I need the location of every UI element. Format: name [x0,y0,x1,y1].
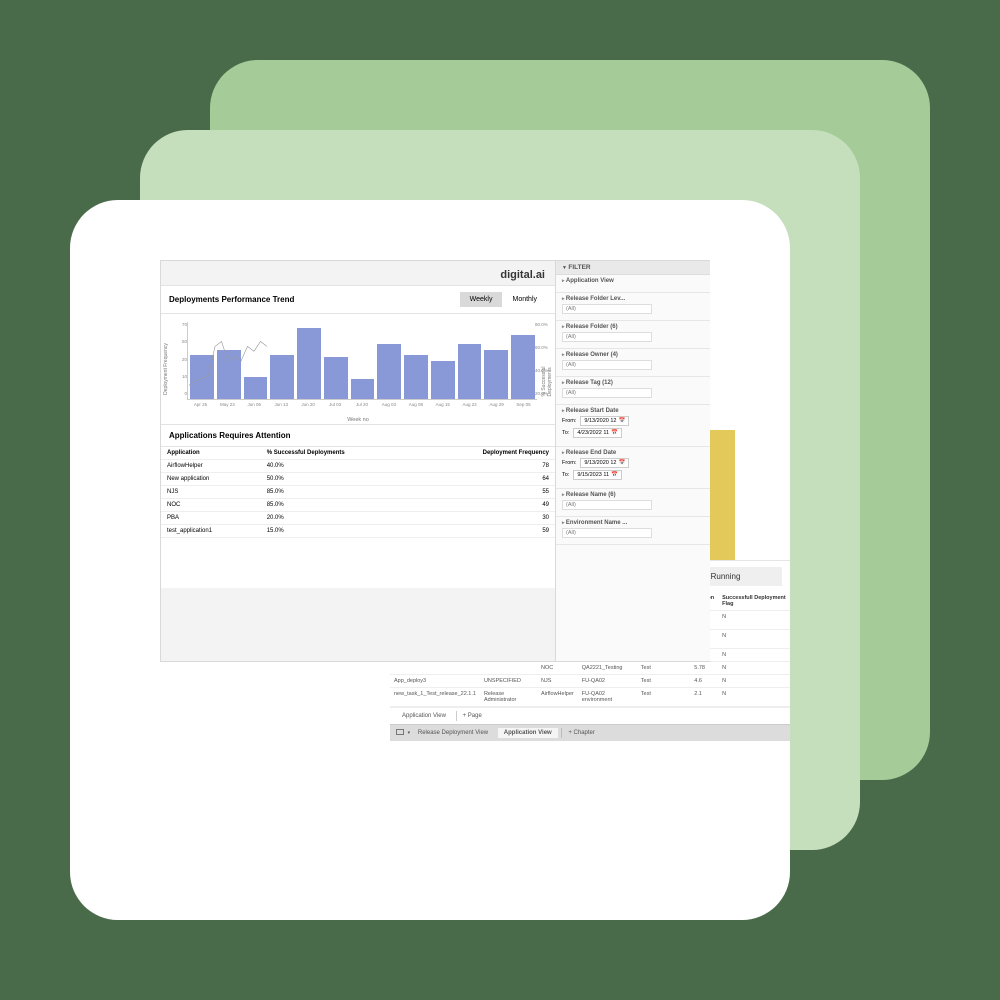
bar[interactable] [217,350,241,400]
page-tab-appview[interactable]: Application View [396,711,452,721]
filter-label: Release Start Date [562,408,704,416]
filter-label: Release Folder (6) [562,324,704,332]
dropdown-icon[interactable]: ▾ [408,730,411,736]
filter-select[interactable]: (All) [562,360,652,370]
date-input-to[interactable]: 4/23/2022 11📅 [573,428,622,438]
from-label: From: [562,418,576,424]
treemap-cell-blank [735,430,790,560]
date-input-from[interactable]: 9/13/2020 12📅 [580,416,629,426]
filter-select[interactable]: (All) [562,332,652,342]
bottom-tab-bar: ▾ Release Deployment View Application Vi… [390,724,790,741]
attn-col-freq: Deployment Frequency [418,447,555,460]
bar[interactable] [244,377,268,399]
filter-label: Release Name (6) [562,492,704,500]
filter-folder-level: Release Folder Lev... (All) [556,293,710,321]
filter-folder: Release Folder (6) (All) [556,321,710,349]
brand-logo: digital.ai [161,261,555,285]
calendar-icon: 📅 [619,460,626,466]
trend-panel-header: Deployments Performance Trend Weekly Mon… [161,285,555,314]
calendar-icon: 📅 [619,418,626,424]
col-flag: Successfull Deployment Flag [718,592,790,611]
to-label: To: [562,430,569,436]
filter-select[interactable]: (All) [562,528,652,538]
filter-label: Release Folder Lev... [562,296,704,304]
toggle-monthly[interactable]: Monthly [502,292,547,307]
filter-select[interactable]: (All) [562,500,652,510]
bar[interactable] [458,344,482,399]
filter-select[interactable]: (All) [562,388,652,398]
filter-appview-label: Application View [562,278,704,286]
attn-row[interactable]: PBA20.0%30 [161,512,555,525]
bar[interactable] [484,350,508,400]
y-ticks-right: 80.0%60.0%40.0%20.0% [535,322,549,396]
filter-label: Environment Name ... [562,520,704,528]
main-card: NOC 49 85.0% NJS 59 30.0% New applicatio… [70,200,790,920]
filter-start-date: Release Start Date From: 9/13/2020 12📅 To… [556,405,710,447]
calendar-icon: 📅 [611,472,618,478]
attn-row[interactable]: test_application115.0%59 [161,525,555,538]
y-axis-left-label: Deployment Frequency [163,343,169,395]
attn-row[interactable]: AirflowHelper40.0%78 [161,460,555,473]
btab-chapter[interactable]: + Chapter [561,728,601,738]
filter-end-date: Release End Date From: 9/13/2020 12📅 To: 9… [556,447,710,489]
attn-col-app: Application [161,447,261,460]
to-label: To: [562,472,569,478]
filter-header[interactable]: FILTER [556,261,710,275]
calendar-icon: 📅 [611,430,618,436]
bar[interactable] [404,355,428,399]
date-input-to[interactable]: 9/15/2023 11📅 [573,470,622,480]
page-tab-add[interactable]: + Page [456,711,488,721]
filter-tag: Release Tag (12) (All) [556,377,710,405]
filter-label: Release End Date [562,450,704,458]
table-row[interactable]: NOCQA2221_TestingTest5.78N [390,662,790,675]
page-tab-bar: Application View + Page [390,707,790,724]
trend-title: Deployments Performance Trend [169,295,294,304]
btab-release-view[interactable]: Release Deployment View [412,728,494,738]
trend-chart: Deployment Frequency % Successful Deploy… [161,314,555,424]
front-left: digital.ai Deployments Performance Trend… [161,261,555,588]
filter-owner: Release Owner (4) (All) [556,349,710,377]
y-ticks-left: 705020100 [173,322,187,396]
attn-header-row: Application % Successful Deployments Dep… [161,447,555,460]
filter-label: Release Tag (12) [562,380,704,388]
bar[interactable] [377,344,401,399]
filter-name: Release Name (6) (All) [556,489,710,517]
bar[interactable] [297,328,321,399]
bar[interactable] [351,379,375,399]
attn-row[interactable]: New application50.0%64 [161,473,555,486]
bar[interactable] [270,355,294,399]
filter-env: Environment Name ... (All) [556,517,710,545]
front-dashboard: digital.ai Deployments Performance Trend… [160,260,710,662]
btab-app-view[interactable]: Application View [498,728,558,738]
attn-col-pct: % Successful Deployments [261,447,418,460]
chart-bars [187,322,537,400]
date-input-from[interactable]: 9/13/2020 12📅 [580,458,629,468]
bar[interactable] [511,335,535,399]
attn-row[interactable]: NOC85.0%49 [161,499,555,512]
attn-panel-header: Applications Requires Attention [161,424,555,447]
table-row[interactable]: new_task_1_Test_release_22.1.1Release Ad… [390,688,790,707]
filter-sidebar: FILTER Application View Release Folder L… [555,261,710,661]
toggle-weekly[interactable]: Weekly [460,292,503,307]
filter-select[interactable]: (All) [562,304,652,314]
x-axis-label: Week no [161,417,555,423]
from-label: From: [562,460,576,466]
bar[interactable] [324,357,348,399]
attn-row[interactable]: NJS85.0%55 [161,486,555,499]
table-row[interactable]: App_deploy3UNSPECIFIEDNJSFU-QA02Test4.6N [390,675,790,688]
bar[interactable] [431,361,455,400]
attn-title: Applications Requires Attention [169,431,291,440]
story-icon[interactable] [396,729,404,735]
bar[interactable] [190,355,214,399]
attn-table: Application % Successful Deployments Dep… [161,447,555,538]
filter-label: Release Owner (4) [562,352,704,360]
x-ticks: Apr 25May 23Jun 06Jun 13Jun 20Jul 03Jul … [187,400,537,407]
